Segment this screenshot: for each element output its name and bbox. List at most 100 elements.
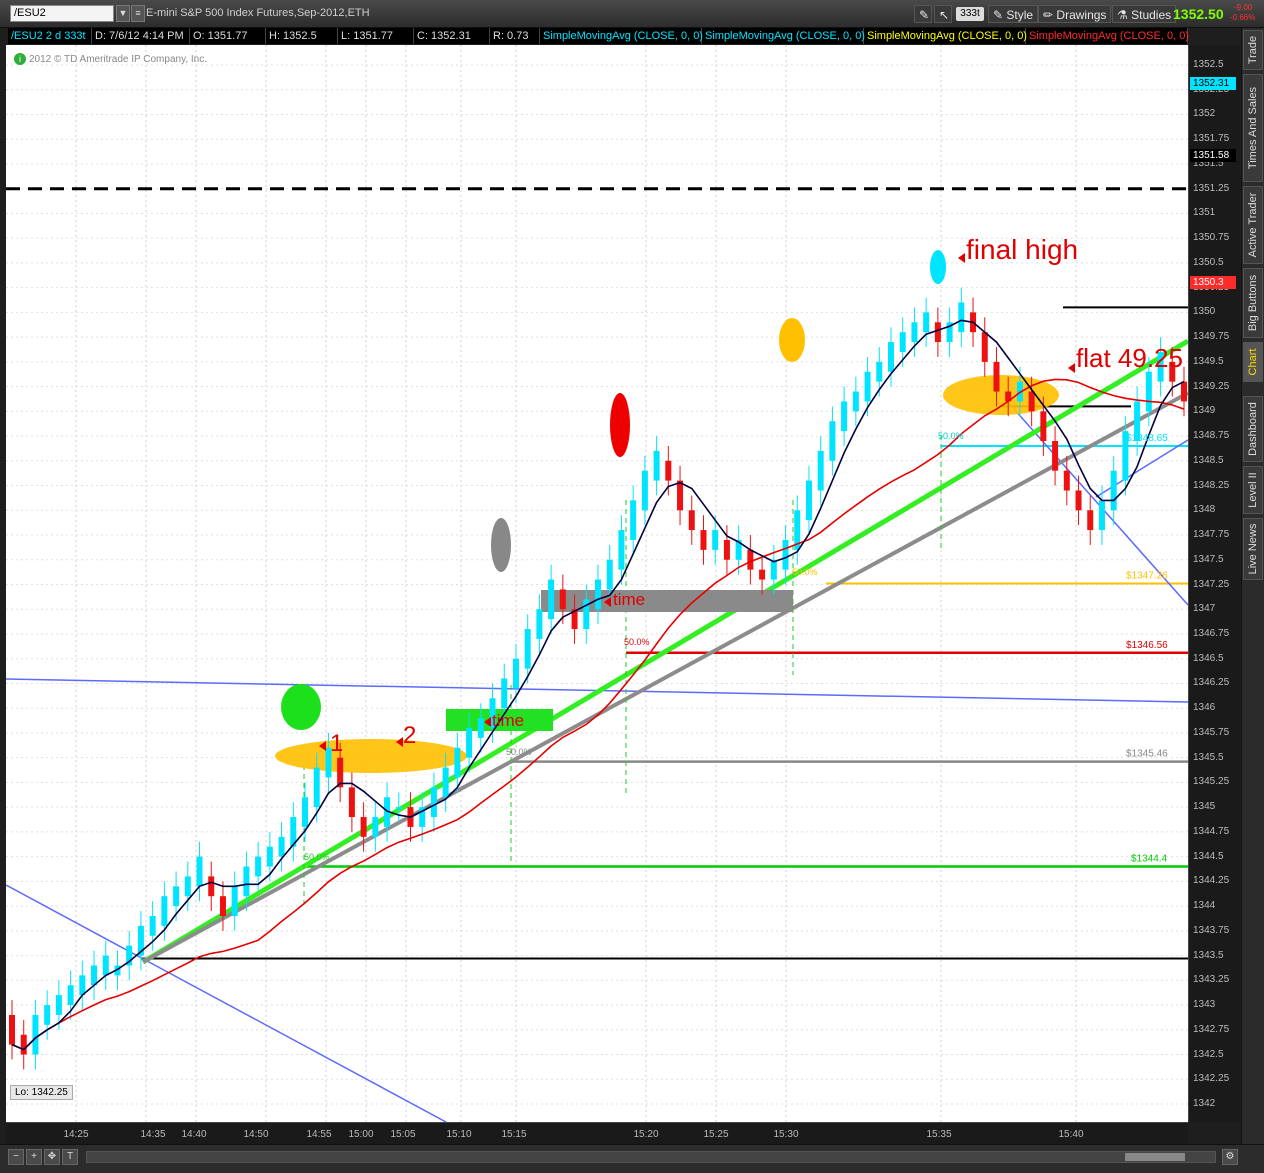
candle-up[interactable] [196, 856, 203, 887]
crosshair-tool-icon[interactable]: ✎ [914, 5, 932, 23]
candle-up[interactable] [911, 322, 918, 343]
candle-up[interactable] [477, 718, 484, 738]
gray-signal-dot[interactable] [491, 518, 511, 572]
candle-down[interactable] [1063, 470, 1070, 491]
candle-up[interactable] [67, 985, 74, 1006]
text-tool-icon[interactable]: T [62, 1149, 78, 1165]
annotation-time-1[interactable]: time [613, 590, 645, 609]
candle-down[interactable] [348, 787, 355, 818]
orange-signal-dot[interactable] [779, 318, 805, 362]
candle-down[interactable] [747, 549, 754, 570]
candle-up[interactable] [958, 302, 965, 333]
candle-up[interactable] [829, 421, 836, 461]
candle-up[interactable] [313, 767, 320, 808]
candle-up[interactable] [899, 332, 906, 352]
candle-up[interactable] [454, 747, 461, 778]
candle-up[interactable] [1145, 371, 1152, 412]
price-axis[interactable]: 1352.51352.2513521351.751351.51351.25135… [1188, 45, 1240, 1122]
candle-up[interactable] [923, 312, 930, 333]
candle-up[interactable] [91, 965, 98, 986]
candle-down[interactable] [700, 530, 707, 550]
symbol-input[interactable]: /ESU2 [10, 5, 114, 22]
drawings-menu-button[interactable]: ✏ Drawings [1038, 5, 1112, 23]
study-legend-4[interactable]: SimpleMovingAvg (CLOSE, 0, 0) [1026, 28, 1189, 44]
candle-down[interactable] [759, 569, 766, 580]
candle-up[interactable] [149, 915, 156, 936]
candle-up[interactable] [161, 896, 168, 926]
candle-down[interactable] [208, 876, 215, 897]
candle-up[interactable] [630, 500, 637, 540]
horizontal-scrollbar[interactable] [86, 1151, 1216, 1163]
candle-down[interactable] [20, 1034, 27, 1055]
candle-up[interactable] [430, 787, 437, 818]
zoom-out-icon[interactable]: − [8, 1149, 24, 1165]
candle-up[interactable] [44, 1005, 51, 1025]
candle-down[interactable] [1075, 490, 1082, 511]
candle-down[interactable] [219, 896, 226, 916]
candle-up[interactable] [864, 371, 871, 402]
candle-up[interactable] [55, 995, 62, 1015]
candle-up[interactable] [243, 866, 250, 897]
tab-live-news[interactable]: Live News [1243, 518, 1263, 580]
candle-up[interactable] [395, 807, 402, 810]
candle-down[interactable] [688, 510, 695, 531]
candle-up[interactable] [372, 817, 379, 837]
orange-flat-ellipse[interactable] [943, 375, 1059, 415]
candle-up[interactable] [805, 480, 812, 521]
candle-up[interactable] [1098, 500, 1105, 531]
settings-icon[interactable]: ⚙ [1222, 1149, 1238, 1165]
candle-down[interactable] [1181, 381, 1187, 402]
annotation-1[interactable]: 1 [330, 730, 343, 757]
candle-down[interactable] [934, 322, 941, 343]
tab-times-and-sales[interactable]: Times And Sales [1243, 74, 1263, 182]
tab-active-trader[interactable]: Active Trader [1243, 186, 1263, 264]
annotation-final-high[interactable]: final high [966, 234, 1078, 265]
cyan-signal-dot[interactable] [930, 250, 946, 284]
candle-down[interactable] [677, 480, 684, 511]
candle-down[interactable] [9, 1014, 15, 1045]
candle-up[interactable] [501, 678, 508, 709]
blue-trendline-right-2[interactable] [1095, 439, 1188, 498]
orange-zone-ellipse[interactable] [275, 739, 467, 773]
tab-big-buttons[interactable]: Big Buttons [1243, 268, 1263, 338]
candle-down[interactable] [993, 361, 1000, 392]
candle-up[interactable] [641, 470, 648, 511]
scrollbar-thumb[interactable] [1125, 1153, 1185, 1161]
candle-up[interactable] [606, 559, 613, 590]
moving-average-slow-red[interactable] [11, 378, 1185, 1051]
candle-up[interactable] [32, 1014, 39, 1055]
candle-up[interactable] [876, 361, 883, 382]
annotation-flat[interactable]: flat 49.25 [1076, 343, 1183, 373]
candle-up[interactable] [255, 856, 262, 877]
study-legend-3[interactable]: SimpleMovingAvg (CLOSE, 0, 0) [864, 28, 1027, 44]
tab-level-ii[interactable]: Level II [1243, 466, 1263, 514]
candle-up[interactable] [278, 836, 285, 857]
candle-up[interactable] [231, 886, 238, 916]
candle-up[interactable] [817, 450, 824, 491]
chart-canvas[interactable]: final high flat 49.25 time time 1 2 50.0% 50.0%… [6, 45, 1188, 1122]
candle-up[interactable] [653, 450, 660, 481]
candle-down[interactable] [723, 539, 730, 560]
studies-menu-button[interactable]: ⚗ Studies [1112, 5, 1177, 23]
green-trendline[interactable] [141, 338, 1188, 965]
candle-down[interactable] [981, 332, 988, 362]
style-menu-button[interactable]: ✎ Style [988, 5, 1039, 23]
study-legend-1[interactable]: SimpleMovingAvg (CLOSE, 0, 0) [540, 28, 703, 44]
candle-up[interactable] [1110, 470, 1117, 511]
candle-up[interactable] [466, 727, 473, 758]
candle-up[interactable] [79, 975, 86, 996]
annotation-time-2[interactable]: time [492, 711, 524, 730]
candle-down[interactable] [1052, 441, 1059, 471]
moving-average-fast-black[interactable] [11, 319, 1185, 1051]
candle-up[interactable] [184, 876, 191, 897]
candle-down[interactable] [665, 460, 672, 481]
tab-dashboard[interactable]: Dashboard [1243, 396, 1263, 462]
symbol-list-icon[interactable]: ≡ [131, 5, 145, 22]
time-axis[interactable]: 14:25 14:35 14:40 14:50 14:55 15:00 15:05 15:10… [6, 1122, 1188, 1144]
candle-up[interactable] [852, 391, 859, 412]
candle-up[interactable] [266, 846, 273, 867]
aggregation-selector[interactable]: 333t [956, 7, 984, 21]
pan-icon[interactable]: ✥ [44, 1149, 60, 1165]
candle-up[interactable] [712, 530, 719, 550]
candle-up[interactable] [618, 530, 625, 570]
